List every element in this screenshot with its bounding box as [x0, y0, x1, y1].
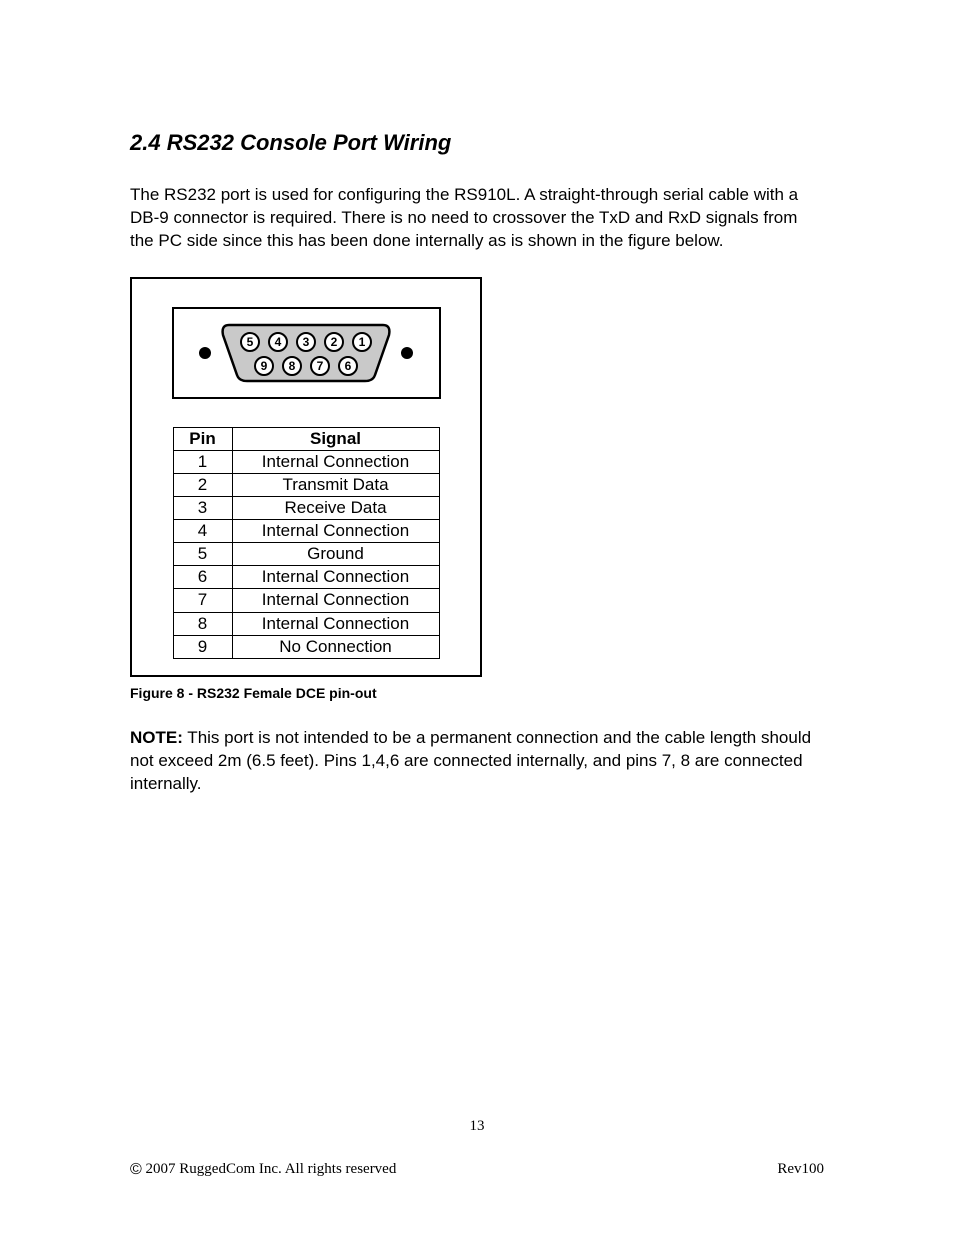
intro-paragraph: The RS232 port is used for configuring t… [130, 184, 824, 253]
note-paragraph: NOTE: This port is not intended to be a … [130, 727, 824, 796]
table-row: 3Receive Data [173, 497, 439, 520]
header-signal: Signal [232, 427, 439, 450]
cell-pin: 6 [173, 566, 232, 589]
table-header-row: Pin Signal [173, 427, 439, 450]
figure-container: 5 4 3 2 1 [130, 277, 482, 677]
db9-connector-frame: 5 4 3 2 1 [172, 307, 441, 399]
svg-text:1: 1 [359, 335, 366, 349]
table-row: 9No Connection [173, 635, 439, 658]
pin-1: 1 [353, 333, 371, 351]
cell-signal: Internal Connection [232, 566, 439, 589]
screw-right-icon [401, 347, 413, 359]
pin-2: 2 [325, 333, 343, 351]
cell-signal: Internal Connection [232, 520, 439, 543]
copyright-text: © 2007 RuggedCom Inc. All rights reserve… [130, 1161, 396, 1179]
table-row: 8Internal Connection [173, 612, 439, 635]
pin-7: 7 [311, 357, 329, 375]
cell-signal: Ground [232, 543, 439, 566]
pin-3: 3 [297, 333, 315, 351]
pin-6: 6 [339, 357, 357, 375]
cell-pin: 9 [173, 635, 232, 658]
table-row: 5Ground [173, 543, 439, 566]
cell-pin: 3 [173, 497, 232, 520]
svg-text:6: 6 [345, 359, 352, 373]
cell-pin: 8 [173, 612, 232, 635]
pin-8: 8 [283, 357, 301, 375]
note-label: NOTE: [130, 728, 183, 747]
svg-text:9: 9 [261, 359, 268, 373]
svg-text:4: 4 [275, 335, 282, 349]
pin-signal-table: Pin Signal 1Internal Connection 2Transmi… [173, 427, 440, 659]
figure-caption: Figure 8 - RS232 Female DCE pin-out [130, 685, 824, 701]
table-row: 1Internal Connection [173, 450, 439, 473]
cell-pin: 2 [173, 474, 232, 497]
table-row: 6Internal Connection [173, 566, 439, 589]
svg-text:7: 7 [317, 359, 324, 373]
db9-connector-icon: 5 4 3 2 1 [221, 321, 391, 385]
cell-signal: Internal Connection [232, 612, 439, 635]
table-row: 2Transmit Data [173, 474, 439, 497]
svg-text:2: 2 [331, 335, 338, 349]
note-text: This port is not intended to be a perman… [130, 728, 811, 793]
revision-text: Rev100 [777, 1161, 824, 1179]
screw-left-icon [199, 347, 211, 359]
cell-pin: 5 [173, 543, 232, 566]
cell-pin: 7 [173, 589, 232, 612]
cell-signal: Transmit Data [232, 474, 439, 497]
copyright-icon: © [130, 1161, 142, 1178]
svg-text:8: 8 [289, 359, 296, 373]
cell-signal: No Connection [232, 635, 439, 658]
cell-pin: 4 [173, 520, 232, 543]
table-row: 7Internal Connection [173, 589, 439, 612]
svg-text:5: 5 [247, 335, 254, 349]
pin-9: 9 [255, 357, 273, 375]
cell-signal: Internal Connection [232, 589, 439, 612]
table-row: 4Internal Connection [173, 520, 439, 543]
pin-4: 4 [269, 333, 287, 351]
cell-signal: Internal Connection [232, 450, 439, 473]
section-heading: 2.4 RS232 Console Port Wiring [130, 130, 824, 156]
page-number: 13 [130, 1118, 824, 1135]
pin-5: 5 [241, 333, 259, 351]
header-pin: Pin [173, 427, 232, 450]
svg-text:3: 3 [303, 335, 310, 349]
cell-pin: 1 [173, 450, 232, 473]
page-footer: 13 © 2007 RuggedCom Inc. All rights rese… [0, 1118, 954, 1179]
cell-signal: Receive Data [232, 497, 439, 520]
